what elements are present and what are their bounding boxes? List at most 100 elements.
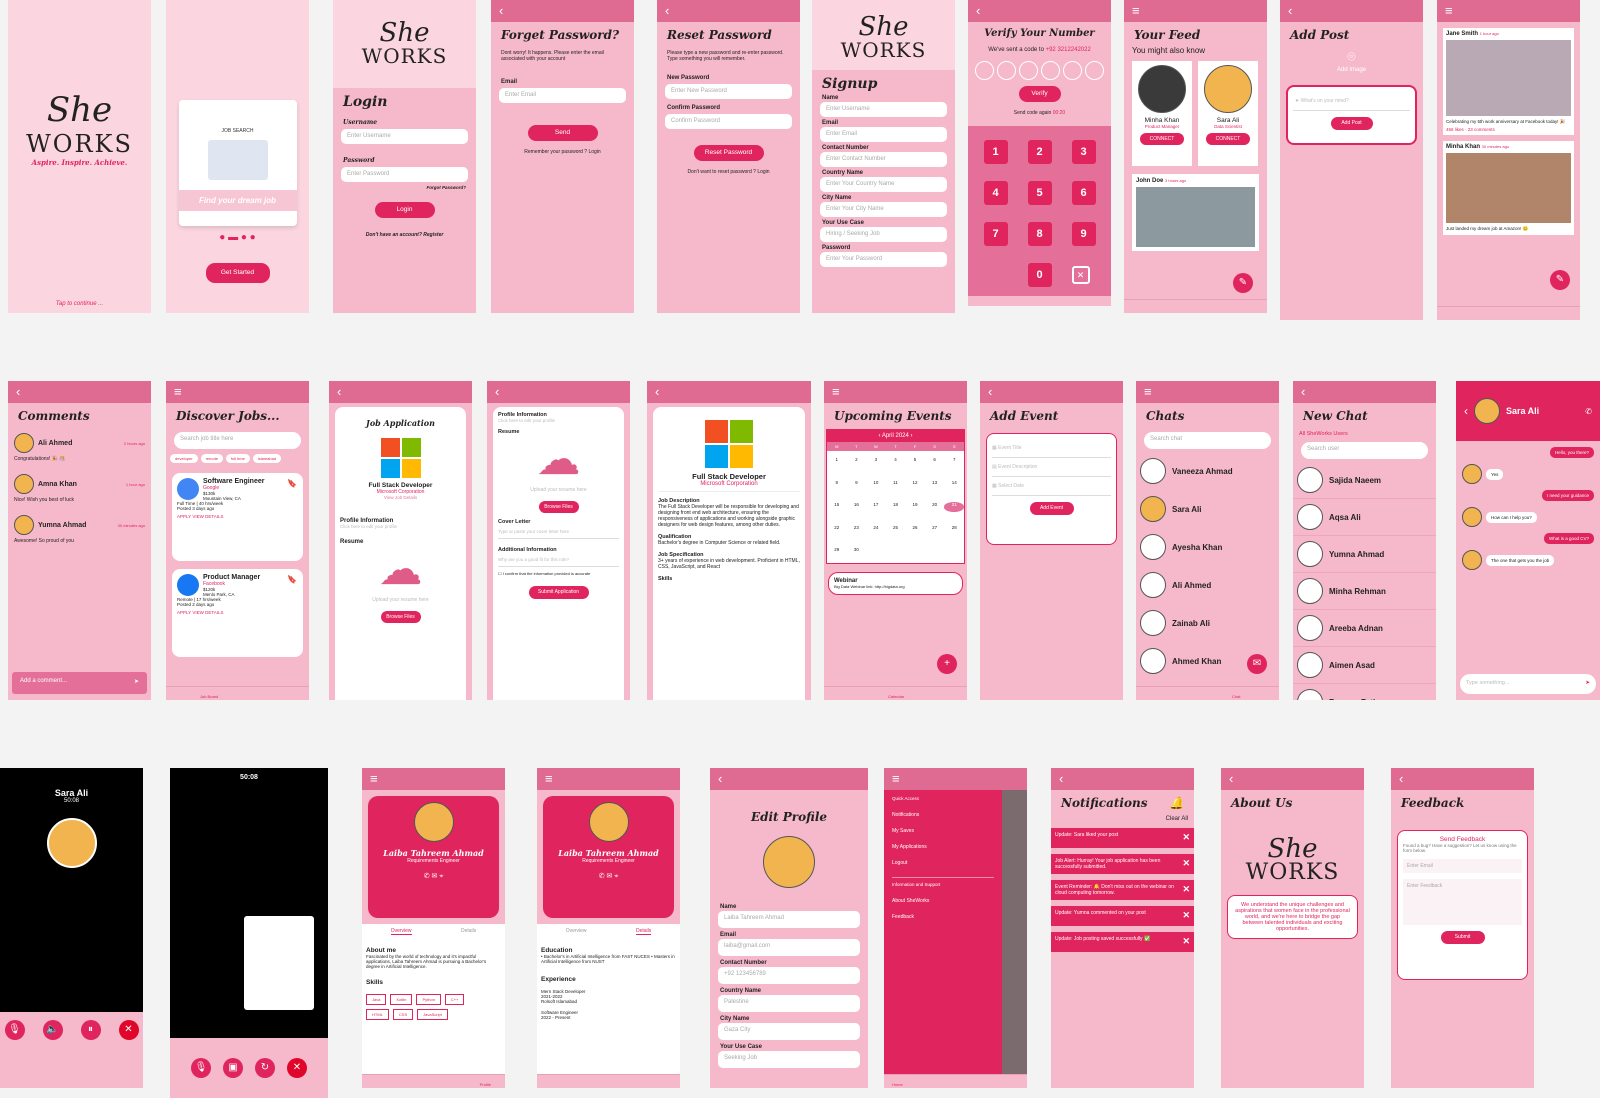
keypad-key[interactable]: 3 [1071,140,1096,164]
calendar-date[interactable]: 27 [925,525,945,535]
user-item[interactable]: Aimen Asad [1293,647,1436,684]
calendar-date[interactable]: 14 [944,480,964,490]
calendar-date[interactable]: 6 [925,457,945,467]
drawer-item[interactable]: My Applications [892,839,994,855]
calendar-date[interactable]: 19 [905,502,925,512]
menu-icon[interactable]: ≡ [884,768,1027,790]
view-details-button[interactable]: VIEW DETAILS [192,514,223,519]
back-icon[interactable]: ‹ [1280,0,1423,22]
back-icon[interactable]: ‹ [657,0,800,22]
self-video-preview[interactable] [244,916,314,1010]
calendar-date[interactable]: 28 [944,525,964,535]
back-icon[interactable]: ‹ [980,381,1123,403]
event-card[interactable]: Webinar Big Data Webinar link: http://bi… [828,572,963,595]
filter-chip[interactable]: islamabad [252,454,282,463]
bottom-nav[interactable]: Job Board [166,686,309,700]
user-item[interactable]: Yumna Ahmad [1293,536,1436,573]
keypad-key[interactable]: 6 [1071,181,1096,205]
back-icon[interactable]: ‹ [1391,768,1534,790]
profile-avatar[interactable] [588,802,629,842]
job-card[interactable]: 🔖 Product Manager Facebook $120k Menlo Park,… [172,569,303,657]
additional-info-input[interactable]: Why are you a good fit for this role? [498,553,619,567]
notification-item[interactable]: Update: Job posting saved successfully ✅… [1051,932,1194,952]
user-item[interactable]: Areeba Adnan [1293,610,1436,647]
calendar-date[interactable]: 21 [944,502,964,512]
view-job-details-link[interactable]: View Job Details [340,495,461,500]
user-item[interactable]: Bareera Fatima [1293,684,1436,700]
comment-input[interactable]: Add a comment... ➤ [12,672,147,694]
close-icon[interactable]: ✕ [1182,884,1190,895]
bookmark-icon[interactable]: 🔖 [287,575,297,584]
notification-item[interactable]: Update: Yumna commented on your post ✕ [1051,906,1194,926]
calendar-date[interactable]: 25 [886,525,906,535]
connect-button[interactable]: CONNECT [1206,133,1250,145]
clear-all-button[interactable]: Clear All [1051,816,1194,822]
back-icon[interactable]: ‹ [1464,404,1468,418]
signup-field-input[interactable]: Enter Email [820,127,947,142]
bottom-nav[interactable] [1437,306,1580,320]
job-search-input[interactable]: Search job title here [174,432,301,449]
bottom-nav[interactable]: Chat [1136,686,1279,700]
add-image-label[interactable]: Add Image [1280,65,1423,75]
chat-item[interactable]: Ayesha Khan [1136,528,1279,566]
calendar-date[interactable]: 23 [847,525,867,535]
speaker-icon[interactable]: 🔈 [42,1020,63,1040]
nav-chat[interactable]: Chat [1232,694,1240,699]
edit-profile-link[interactable]: Click here to edit your profile [340,524,461,529]
menu-icon[interactable]: ≡ [362,768,505,790]
edit-field-input[interactable]: +92 123456789 [718,967,860,984]
video-off-icon[interactable]: ▣ [223,1058,243,1078]
close-icon[interactable]: ✕ [1182,936,1190,947]
cloud-upload-icon[interactable]: ☁ [340,545,461,595]
edit-field-input[interactable]: Gaza City [718,1023,860,1040]
edit-icon[interactable]: ✎ [1550,270,1570,290]
back-icon[interactable]: ‹ [1051,768,1194,790]
send-button[interactable]: Send [527,125,598,141]
signup-field-input[interactable]: Enter Your Password [820,252,947,267]
drawer-item[interactable]: My Saves [892,823,994,839]
back-icon[interactable]: ‹ [491,0,634,22]
signup-field-input[interactable]: Enter Contact Number [820,152,947,167]
tap-to-continue[interactable]: Tap to continue ... [8,301,151,307]
bottom-nav[interactable] [537,1074,680,1088]
post-input[interactable]: What's on your mind? [1301,98,1349,104]
calendar-date[interactable]: 18 [886,502,906,512]
calendar-date[interactable]: 9 [847,480,867,490]
user-item[interactable]: Sajida Naeem [1293,462,1436,499]
confirm-password-input[interactable]: Confirm Password [665,114,792,129]
back-icon[interactable]: ‹ [647,381,811,403]
calendar-date[interactable]: 11 [886,480,906,490]
keypad-key[interactable]: 4 [983,181,1008,205]
menu-icon[interactable]: ≡ [1437,0,1580,22]
back-icon[interactable]: ‹ [8,381,151,403]
username-input[interactable]: Enter Username [341,129,468,144]
login-link[interactable]: Remember your password ? Login [491,147,634,157]
contact-icons[interactable]: ✆ ✉ ⌖ [368,872,499,881]
view-details-button[interactable]: VIEW DETAILS [192,610,223,615]
back-icon[interactable]: ‹ [968,0,1111,22]
chat-item[interactable]: Sara Ali [1136,490,1279,528]
password-input[interactable]: Enter Password [341,167,468,182]
profile-avatar[interactable] [763,836,815,888]
confirm-checkbox[interactable]: ☐ I confirm that the information provide… [498,571,619,576]
feedback-text-input[interactable]: Enter Feedback [1403,879,1522,925]
signup-field-input[interactable]: Enter Your Country Name [820,177,947,192]
browse-files-button[interactable]: Browse Files [538,501,579,513]
calendar-date[interactable]: 4 [886,457,906,467]
add-event-button[interactable]: Add Event [1029,502,1074,515]
back-icon[interactable]: ‹ [487,381,630,403]
chat-item[interactable]: Zainab Ali [1136,604,1279,642]
comments-count[interactable]: 23 comments [1468,127,1495,132]
tab-details[interactable]: Details [461,928,476,935]
user-search-input[interactable]: Search user [1301,442,1428,459]
browse-files-button[interactable]: Browse Files [380,611,421,623]
back-icon[interactable]: ‹ [710,768,868,790]
feedback-email-input[interactable]: Enter Email [1403,859,1522,873]
filter-chip[interactable]: full time [226,454,250,463]
apply-button[interactable]: APPLY [177,610,191,615]
calendar-date[interactable]: 7 [944,457,964,467]
close-icon[interactable]: ✕ [1182,858,1190,869]
keypad-key[interactable]: 1 [983,140,1008,164]
signup-field-input[interactable]: Hiring / Seeking Job [820,227,947,242]
message-input[interactable]: Type something... ➤ [1460,674,1596,694]
